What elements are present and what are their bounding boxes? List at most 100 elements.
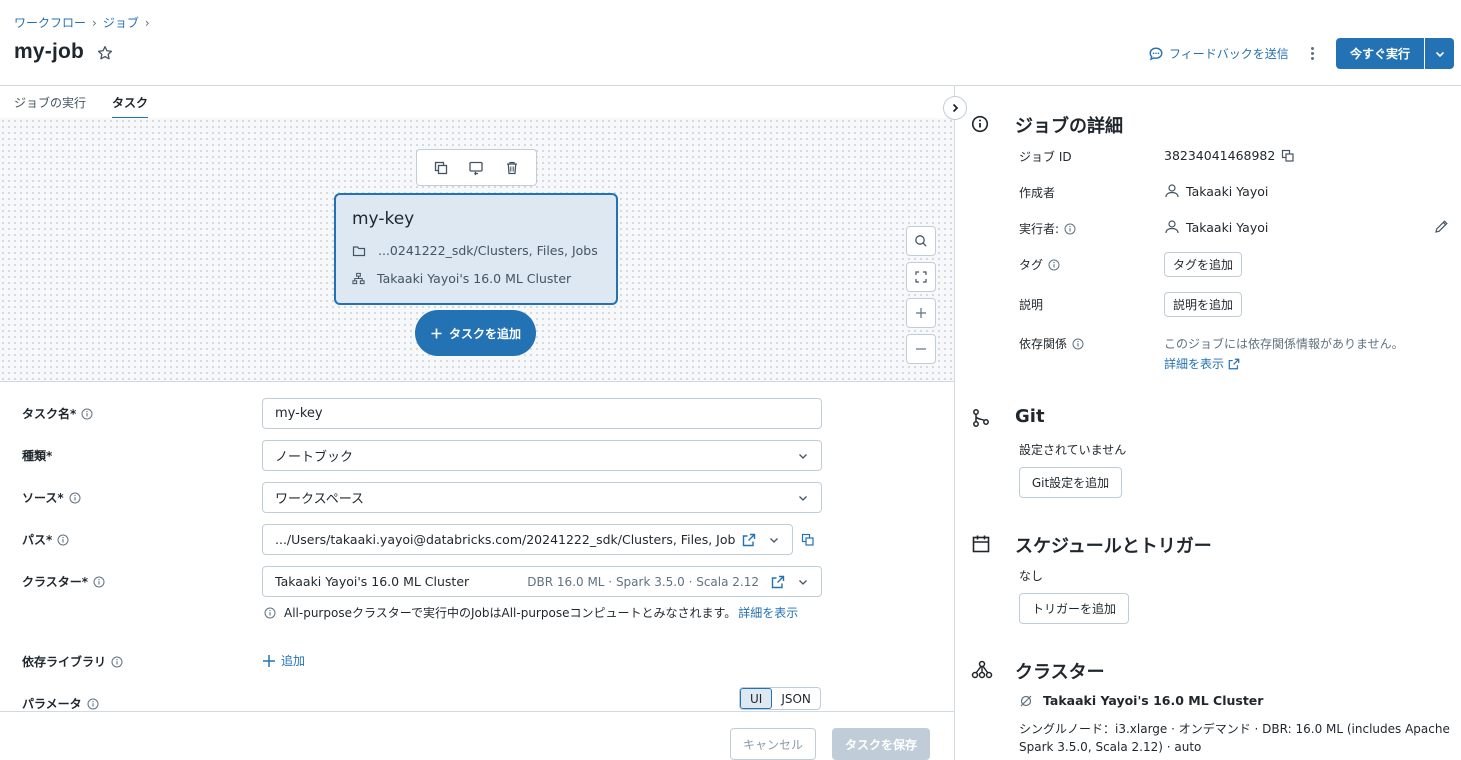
add-git-button[interactable]: Git設定を追加 bbox=[1019, 467, 1122, 498]
tab-tasks[interactable]: タスク bbox=[112, 94, 149, 119]
tab-job-runs[interactable]: ジョブの実行 bbox=[14, 94, 86, 119]
user-icon bbox=[1164, 183, 1180, 199]
kebab-menu-icon[interactable] bbox=[1304, 44, 1320, 62]
copy-icon[interactable] bbox=[1281, 149, 1295, 163]
star-icon[interactable] bbox=[96, 44, 114, 62]
cluster-icon bbox=[971, 660, 993, 680]
collapse-panel-chevron-right-icon[interactable] bbox=[943, 96, 967, 120]
breadcrumb-jobs[interactable]: ジョブ bbox=[103, 14, 139, 31]
info-icon[interactable] bbox=[1072, 338, 1084, 350]
info-icon[interactable] bbox=[111, 656, 123, 668]
source-select[interactable]: ワークスペース bbox=[262, 482, 822, 513]
libraries-label-text: 依存ライブラリ bbox=[22, 655, 107, 669]
search-icon bbox=[914, 234, 928, 248]
edit-pencil-icon[interactable] bbox=[1434, 219, 1449, 234]
cluster-spec-line-2: Spark 3.5.0, Scala 2.12) · auto bbox=[1019, 740, 1202, 754]
feedback-link[interactable]: フィードバックを送信 bbox=[1148, 45, 1289, 62]
breadcrumb-separator: › bbox=[92, 15, 97, 30]
source-label-text: ソース* bbox=[22, 491, 64, 505]
info-icon bbox=[264, 607, 276, 619]
task-name-label-text: タスク名* bbox=[22, 407, 77, 421]
info-icon[interactable] bbox=[1048, 259, 1060, 271]
creator-value: Takaaki Yayoi bbox=[1186, 183, 1269, 199]
path-select[interactable]: .../Users/takaaki.yayoi@databricks.com/2… bbox=[262, 524, 793, 555]
external-link-icon bbox=[1228, 358, 1240, 370]
lineage-details-link[interactable]: 詳細を表示 bbox=[1164, 355, 1240, 372]
cluster-note-text: All-purposeクラスターで実行中のJobはAll-purposeコンピュ… bbox=[284, 606, 737, 620]
cluster-note-link[interactable]: 詳細を表示 bbox=[738, 604, 798, 621]
external-link-icon[interactable] bbox=[742, 533, 756, 547]
info-icon[interactable] bbox=[93, 576, 105, 588]
info-icon[interactable] bbox=[87, 698, 99, 710]
task-node-cluster: Takaaki Yayoi's 16.0 ML Cluster bbox=[377, 271, 572, 286]
cluster-section-title: クラスター bbox=[1015, 662, 1105, 683]
task-node-title: my-key bbox=[352, 209, 415, 229]
add-library-button[interactable]: 追加 bbox=[262, 652, 305, 669]
info-icon[interactable] bbox=[57, 534, 69, 546]
parameters-mode-json[interactable]: JSON bbox=[772, 688, 820, 709]
search-node-button[interactable] bbox=[906, 226, 936, 256]
cluster-value: Takaaki Yayoi's 16.0 ML Cluster bbox=[275, 574, 470, 589]
fit-view-button[interactable] bbox=[906, 262, 936, 292]
task-node-cluster-row: Takaaki Yayoi's 16.0 ML Cluster bbox=[352, 271, 571, 286]
zoom-out-button[interactable] bbox=[906, 334, 936, 364]
type-label-text: 種類* bbox=[22, 449, 53, 463]
info-icon[interactable] bbox=[81, 408, 93, 420]
minus-icon bbox=[915, 343, 927, 355]
run-as-label-text: 実行者: bbox=[1019, 222, 1060, 236]
run-as-row: Takaaki Yayoi bbox=[1164, 219, 1268, 235]
tags-label: タグ bbox=[1019, 256, 1060, 273]
cluster-name: Takaaki Yayoi's 16.0 ML Cluster bbox=[1043, 693, 1264, 708]
add-trigger-button[interactable]: トリガーを追加 bbox=[1019, 593, 1129, 624]
add-description-button[interactable]: 説明を追加 bbox=[1164, 292, 1242, 317]
add-task-label: タスクを追加 bbox=[448, 326, 521, 341]
copy-task-icon[interactable] bbox=[433, 160, 449, 176]
lineage-label: 依存関係 bbox=[1019, 335, 1084, 352]
parameters-mode-ui[interactable]: UI bbox=[740, 688, 773, 709]
external-link-icon[interactable] bbox=[771, 575, 785, 589]
delete-task-trash-icon[interactable] bbox=[504, 160, 520, 176]
cluster-status-icon bbox=[1019, 694, 1033, 708]
run-task-icon[interactable] bbox=[468, 160, 484, 176]
schedule-title: スケジュールとトリガー bbox=[1015, 536, 1212, 557]
source-value: ワークスペース bbox=[275, 492, 365, 507]
cluster-select[interactable]: Takaaki Yayoi's 16.0 ML Cluster DBR 16.0… bbox=[262, 566, 822, 597]
breadcrumb-separator: › bbox=[144, 15, 150, 30]
type-select[interactable]: ノートブック bbox=[262, 440, 822, 471]
task-node-path-row: ...0241222_sdk/Clusters, Files, Jobs bbox=[352, 243, 598, 258]
run-as-value: Takaaki Yayoi bbox=[1186, 219, 1269, 235]
creator-row: Takaaki Yayoi bbox=[1164, 183, 1268, 199]
copy-path-icon[interactable] bbox=[801, 533, 815, 547]
cluster-label-text: クラスター* bbox=[22, 575, 89, 589]
task-name-input[interactable]: my-key bbox=[262, 398, 822, 429]
cluster-note: All-purposeクラスターで実行中のJobはAll-purposeコンピュ… bbox=[264, 604, 798, 621]
lineage-label-text: 依存関係 bbox=[1019, 337, 1068, 351]
path-label: パス* bbox=[22, 531, 69, 548]
git-branch-icon bbox=[971, 408, 991, 428]
cancel-button[interactable]: キャンセル bbox=[730, 728, 816, 760]
schedule-status: なし bbox=[1019, 569, 1044, 583]
run-options-chevron-down-icon[interactable] bbox=[1425, 38, 1454, 69]
node-toolbar bbox=[416, 149, 537, 186]
task-name-label: タスク名* bbox=[22, 405, 93, 422]
tags-label-text: タグ bbox=[1019, 258, 1044, 272]
pane-divider[interactable] bbox=[954, 86, 955, 760]
add-tag-button[interactable]: タグを追加 bbox=[1164, 252, 1242, 277]
run-as-label: 実行者: bbox=[1019, 220, 1076, 237]
info-icon[interactable] bbox=[69, 492, 81, 504]
breadcrumb-workflows[interactable]: ワークフロー bbox=[14, 14, 86, 31]
plus-icon bbox=[262, 654, 276, 668]
task-node[interactable]: my-key ...0241222_sdk/Clusters, Files, J… bbox=[334, 193, 618, 305]
path-label-text: パス* bbox=[22, 533, 53, 547]
job-details-title: ジョブの詳細 bbox=[1015, 116, 1123, 137]
save-task-button[interactable]: タスクを保存 bbox=[832, 728, 930, 760]
zoom-in-button[interactable] bbox=[906, 298, 936, 328]
add-task-button[interactable]: タスクを追加 bbox=[415, 310, 536, 356]
git-status: 設定されていません bbox=[1019, 443, 1127, 457]
tab-bar: ジョブの実行 タスク bbox=[14, 94, 149, 119]
info-icon[interactable] bbox=[1064, 223, 1076, 235]
chevron-down-icon bbox=[768, 534, 780, 546]
chevron-down-icon bbox=[797, 450, 809, 462]
description-label: 説明 bbox=[1019, 298, 1044, 312]
run-now-button[interactable]: 今すぐ実行 bbox=[1336, 38, 1424, 69]
